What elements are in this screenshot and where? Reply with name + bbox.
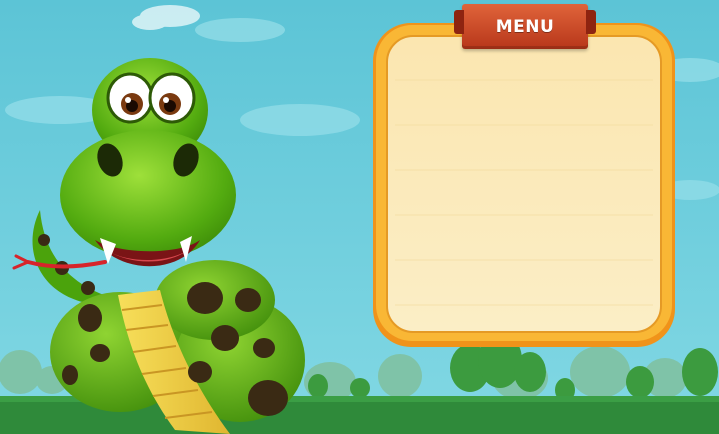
menu-panel xyxy=(373,23,675,347)
menu-title: MENU xyxy=(495,16,555,37)
game-scene xyxy=(0,0,719,434)
menu-title-banner: MENU xyxy=(454,4,596,49)
